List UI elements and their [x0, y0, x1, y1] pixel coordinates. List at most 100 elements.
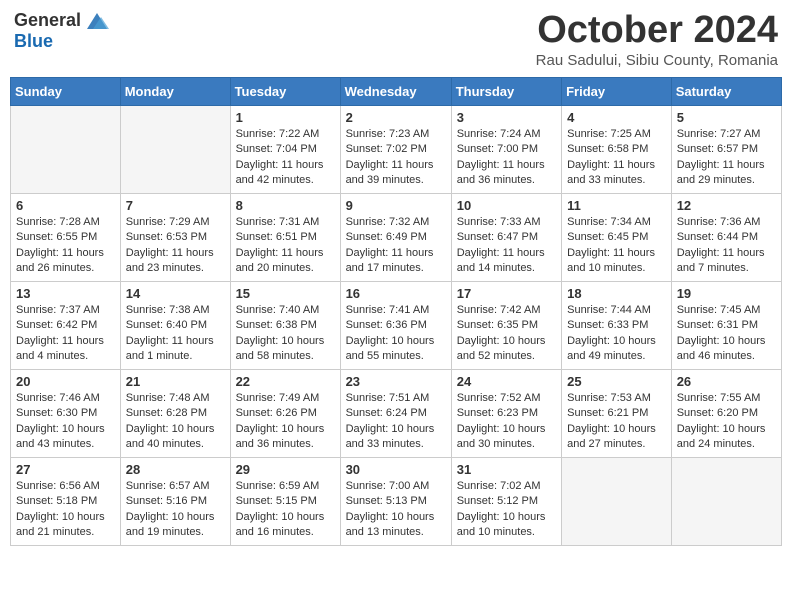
day-number: 15: [236, 286, 335, 301]
day-info: Sunrise: 7:37 AM Sunset: 6:42 PM Dayligh…: [16, 303, 115, 365]
logo-icon: [83, 11, 111, 31]
day-info: Sunrise: 6:56 AM Sunset: 5:18 PM Dayligh…: [16, 479, 115, 541]
day-number: 12: [677, 198, 776, 213]
weekday-header-sunday: Sunday: [11, 77, 121, 105]
day-info: Sunrise: 7:48 AM Sunset: 6:28 PM Dayligh…: [126, 391, 225, 453]
day-number: 18: [567, 286, 666, 301]
day-number: 5: [677, 110, 776, 125]
title-block: October 2024 Rau Sadului, Sibiu County, …: [536, 10, 778, 69]
day-info: Sunrise: 7:34 AM Sunset: 6:45 PM Dayligh…: [567, 215, 666, 277]
day-info: Sunrise: 7:45 AM Sunset: 6:31 PM Dayligh…: [677, 303, 776, 365]
calendar-cell: 15 Sunrise: 7:40 AM Sunset: 6:38 PM Dayli…: [230, 281, 340, 369]
day-info: Sunrise: 7:22 AM Sunset: 7:04 PM Dayligh…: [236, 127, 335, 189]
week-row-5: 27Sunrise: 6:56 AM Sunset: 5:18 PM Dayli…: [11, 457, 782, 545]
day-info: Sunrise: 7:29 AM Sunset: 6:53 PM Dayligh…: [126, 215, 225, 277]
calendar-cell: [562, 457, 672, 545]
calendar-cell: 8 Sunrise: 7:31 AM Sunset: 6:51 PM Daylig…: [230, 193, 340, 281]
day-info: Sunrise: 7:46 AM Sunset: 6:30 PM Dayligh…: [16, 391, 115, 453]
calendar-cell: [11, 105, 121, 193]
day-info: Sunrise: 7:27 AM Sunset: 6:57 PM Dayligh…: [677, 127, 776, 189]
day-info: Sunrise: 7:02 AM Sunset: 5:12 PM Dayligh…: [457, 479, 556, 541]
day-number: 19: [677, 286, 776, 301]
calendar-cell: 19 Sunrise: 7:45 AM Sunset: 6:31 PM Dayli…: [671, 281, 781, 369]
day-number: 10: [457, 198, 556, 213]
weekday-header-saturday: Saturday: [671, 77, 781, 105]
weekday-header-friday: Friday: [562, 77, 672, 105]
weekday-header-wednesday: Wednesday: [340, 77, 451, 105]
day-number: 21: [126, 374, 225, 389]
day-info: Sunrise: 7:49 AM Sunset: 6:26 PM Dayligh…: [236, 391, 335, 453]
day-info: Sunrise: 7:38 AM Sunset: 6:40 PM Dayligh…: [126, 303, 225, 365]
day-info: Sunrise: 7:40 AM Sunset: 6:38 PM Dayligh…: [236, 303, 335, 365]
day-info: Sunrise: 7:28 AM Sunset: 6:55 PM Dayligh…: [16, 215, 115, 277]
logo: General Blue: [14, 10, 111, 52]
calendar-cell: 13 Sunrise: 7:37 AM Sunset: 6:42 PM Dayli…: [11, 281, 121, 369]
day-info: Sunrise: 7:36 AM Sunset: 6:44 PM Dayligh…: [677, 215, 776, 277]
week-row-4: 20 Sunrise: 7:46 AM Sunset: 6:30 PM Dayli…: [11, 369, 782, 457]
calendar-cell: 12 Sunrise: 7:36 AM Sunset: 6:44 PM Dayli…: [671, 193, 781, 281]
calendar-cell: 24 Sunrise: 7:52 AM Sunset: 6:23 PM Dayli…: [451, 369, 561, 457]
calendar-cell: 26 Sunrise: 7:55 AM Sunset: 6:20 PM Dayli…: [671, 369, 781, 457]
weekday-header-thursday: Thursday: [451, 77, 561, 105]
day-number: 6: [16, 198, 115, 213]
day-number: 14: [126, 286, 225, 301]
day-info: Sunrise: 7:42 AM Sunset: 6:35 PM Dayligh…: [457, 303, 556, 365]
day-number: 24: [457, 374, 556, 389]
day-number: 3: [457, 110, 556, 125]
calendar-cell: 14 Sunrise: 7:38 AM Sunset: 6:40 PM Dayli…: [120, 281, 230, 369]
calendar-cell: 23Sunrise: 7:51 AM Sunset: 6:24 PM Dayli…: [340, 369, 451, 457]
calendar-cell: 18 Sunrise: 7:44 AM Sunset: 6:33 PM Dayli…: [562, 281, 672, 369]
day-number: 11: [567, 198, 666, 213]
calendar-cell: 27Sunrise: 6:56 AM Sunset: 5:18 PM Dayli…: [11, 457, 121, 545]
location-text: Rau Sadului, Sibiu County, Romania: [536, 52, 778, 69]
day-number: 4: [567, 110, 666, 125]
week-row-3: 13 Sunrise: 7:37 AM Sunset: 6:42 PM Dayli…: [11, 281, 782, 369]
day-info: Sunrise: 6:59 AM Sunset: 5:15 PM Dayligh…: [236, 479, 335, 541]
page-header: General Blue October 2024 Rau Sadului, S…: [10, 10, 782, 69]
calendar-cell: 25Sunrise: 7:53 AM Sunset: 6:21 PM Dayli…: [562, 369, 672, 457]
calendar-cell: 17 Sunrise: 7:42 AM Sunset: 6:35 PM Dayli…: [451, 281, 561, 369]
day-number: 30: [346, 462, 446, 477]
calendar-cell: [671, 457, 781, 545]
day-info: Sunrise: 7:53 AM Sunset: 6:21 PM Dayligh…: [567, 391, 666, 453]
calendar-cell: 22Sunrise: 7:49 AM Sunset: 6:26 PM Dayli…: [230, 369, 340, 457]
day-number: 20: [16, 374, 115, 389]
day-info: Sunrise: 6:57 AM Sunset: 5:16 PM Dayligh…: [126, 479, 225, 541]
day-info: Sunrise: 7:33 AM Sunset: 6:47 PM Dayligh…: [457, 215, 556, 277]
week-row-1: 1 Sunrise: 7:22 AM Sunset: 7:04 PM Daylig…: [11, 105, 782, 193]
day-number: 9: [346, 198, 446, 213]
day-info: Sunrise: 7:41 AM Sunset: 6:36 PM Dayligh…: [346, 303, 446, 365]
calendar-cell: 7Sunrise: 7:29 AM Sunset: 6:53 PM Daylig…: [120, 193, 230, 281]
weekday-header-row: SundayMondayTuesdayWednesdayThursdayFrid…: [11, 77, 782, 105]
calendar-cell: 16 Sunrise: 7:41 AM Sunset: 6:36 PM Dayli…: [340, 281, 451, 369]
day-number: 13: [16, 286, 115, 301]
day-info: Sunrise: 7:23 AM Sunset: 7:02 PM Dayligh…: [346, 127, 446, 189]
day-info: Sunrise: 7:44 AM Sunset: 6:33 PM Dayligh…: [567, 303, 666, 365]
day-info: Sunrise: 7:52 AM Sunset: 6:23 PM Dayligh…: [457, 391, 556, 453]
calendar-cell: 5 Sunrise: 7:27 AM Sunset: 6:57 PM Daylig…: [671, 105, 781, 193]
calendar-cell: 28Sunrise: 6:57 AM Sunset: 5:16 PM Dayli…: [120, 457, 230, 545]
day-info: Sunrise: 7:25 AM Sunset: 6:58 PM Dayligh…: [567, 127, 666, 189]
calendar-cell: 4 Sunrise: 7:25 AM Sunset: 6:58 PM Daylig…: [562, 105, 672, 193]
day-number: 29: [236, 462, 335, 477]
calendar-cell: 3Sunrise: 7:24 AM Sunset: 7:00 PM Daylig…: [451, 105, 561, 193]
calendar-cell: 2Sunrise: 7:23 AM Sunset: 7:02 PM Daylig…: [340, 105, 451, 193]
calendar-table: SundayMondayTuesdayWednesdayThursdayFrid…: [10, 77, 782, 546]
day-number: 17: [457, 286, 556, 301]
day-number: 16: [346, 286, 446, 301]
day-number: 31: [457, 462, 556, 477]
day-number: 8: [236, 198, 335, 213]
calendar-cell: 21 Sunrise: 7:48 AM Sunset: 6:28 PM Dayli…: [120, 369, 230, 457]
calendar-cell: 29 Sunrise: 6:59 AM Sunset: 5:15 PM Dayli…: [230, 457, 340, 545]
calendar-cell: 30Sunrise: 7:00 AM Sunset: 5:13 PM Dayli…: [340, 457, 451, 545]
day-number: 1: [236, 110, 335, 125]
day-info: Sunrise: 7:55 AM Sunset: 6:20 PM Dayligh…: [677, 391, 776, 453]
day-info: Sunrise: 7:31 AM Sunset: 6:51 PM Dayligh…: [236, 215, 335, 277]
logo-blue-text: Blue: [14, 31, 53, 52]
day-number: 26: [677, 374, 776, 389]
calendar-cell: 31 Sunrise: 7:02 AM Sunset: 5:12 PM Dayli…: [451, 457, 561, 545]
week-row-2: 6 Sunrise: 7:28 AM Sunset: 6:55 PM Daylig…: [11, 193, 782, 281]
calendar-cell: 1 Sunrise: 7:22 AM Sunset: 7:04 PM Daylig…: [230, 105, 340, 193]
day-info: Sunrise: 7:32 AM Sunset: 6:49 PM Dayligh…: [346, 215, 446, 277]
weekday-header-monday: Monday: [120, 77, 230, 105]
